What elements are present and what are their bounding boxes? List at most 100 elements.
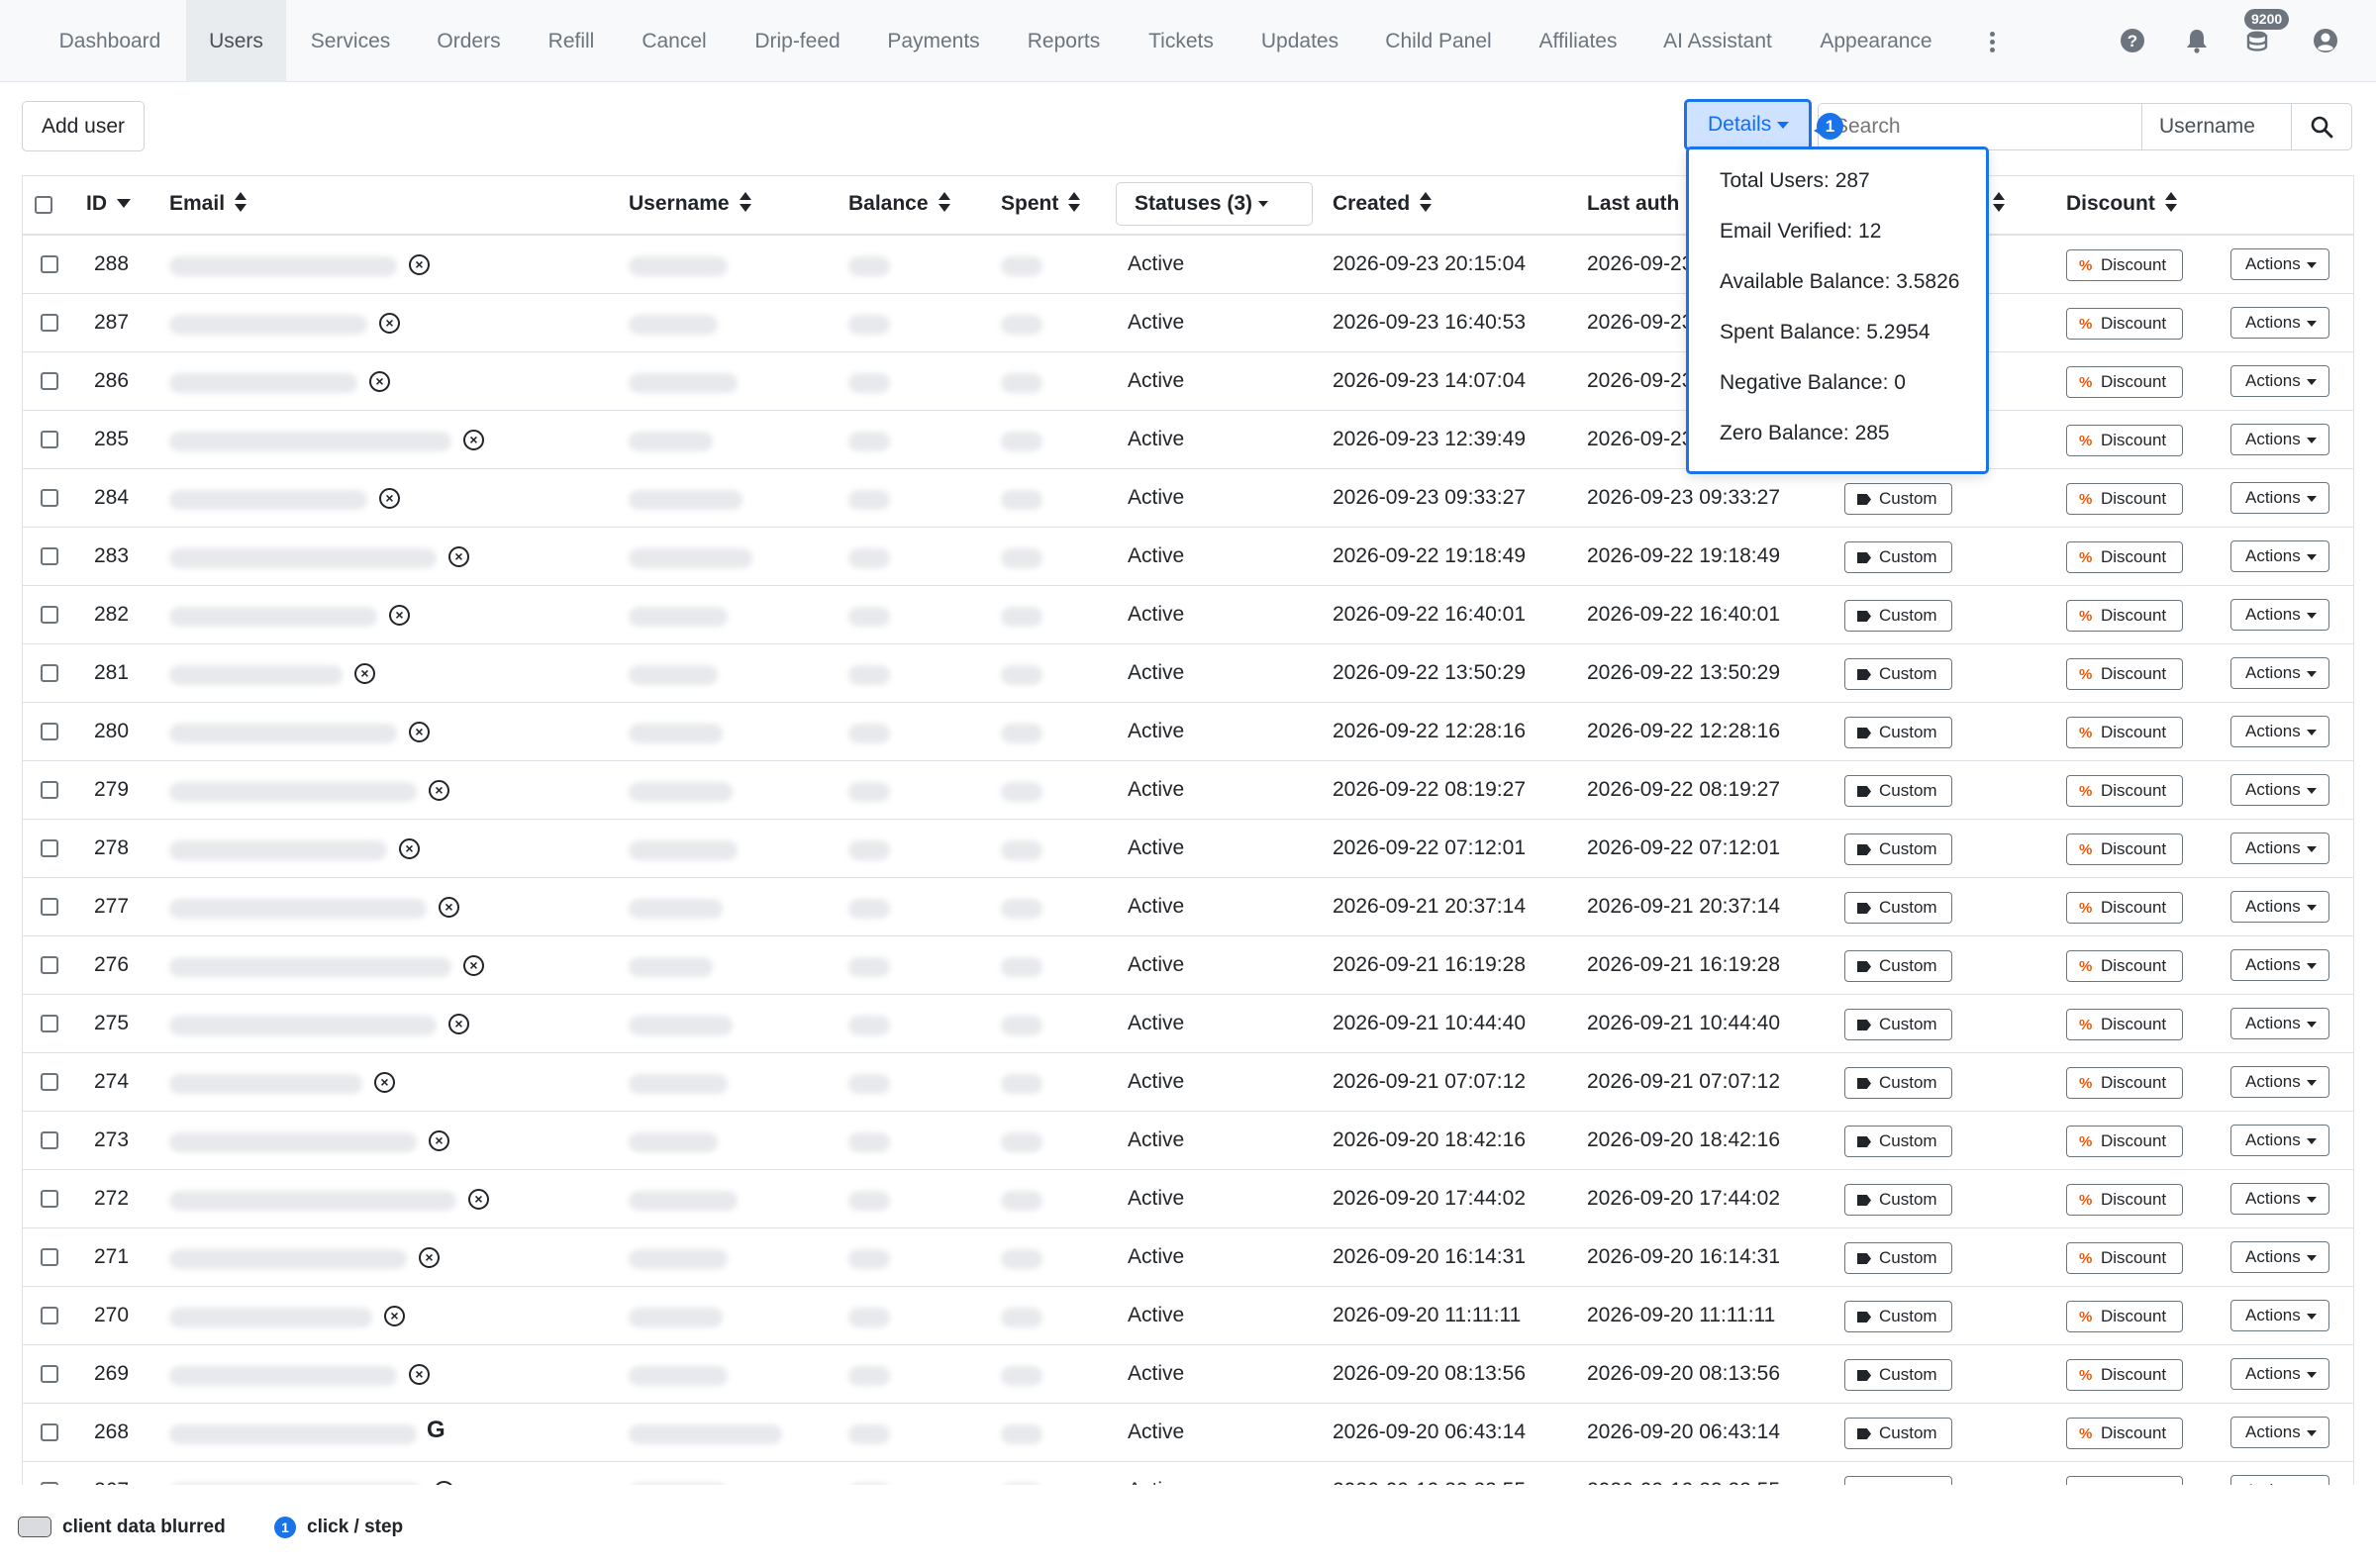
custom-rates-button[interactable]: Custom: [1844, 892, 1952, 924]
row-checkbox[interactable]: [41, 1131, 58, 1149]
actions-dropdown-button[interactable]: Actions: [2230, 1241, 2329, 1273]
discount-button[interactable]: % Discount: [2066, 541, 2183, 573]
actions-dropdown-button[interactable]: Actions: [2230, 307, 2329, 339]
nav-cancel[interactable]: Cancel: [626, 0, 723, 82]
actions-dropdown-button[interactable]: Actions: [2230, 657, 2329, 689]
custom-rates-button[interactable]: Custom: [1844, 1242, 1952, 1274]
search-field-select[interactable]: Username: [2141, 103, 2292, 150]
discount-button[interactable]: % Discount: [2066, 1126, 2183, 1157]
discount-button[interactable]: % Discount: [2066, 1067, 2183, 1099]
actions-dropdown-button[interactable]: Actions: [2230, 365, 2329, 397]
discount-button[interactable]: % Discount: [2066, 950, 2183, 982]
discount-button[interactable]: % Discount: [2066, 658, 2183, 690]
row-checkbox[interactable]: [41, 1307, 58, 1324]
nav-affiliates[interactable]: Affiliates: [1523, 0, 1634, 82]
row-checkbox[interactable]: [41, 431, 58, 448]
actions-dropdown-button[interactable]: Actions: [2230, 482, 2329, 514]
search-input[interactable]: [1818, 103, 2142, 150]
custom-rates-button[interactable]: Custom: [1844, 1418, 1952, 1449]
nav-drip-feed[interactable]: Drip-feed: [738, 0, 857, 82]
discount-button[interactable]: % Discount: [2066, 308, 2183, 340]
header-last-auth[interactable]: Last auth: [1587, 192, 1679, 216]
actions-dropdown-button[interactable]: Actions: [2230, 248, 2329, 280]
custom-rates-button[interactable]: Custom: [1844, 1067, 1952, 1099]
discount-button[interactable]: % Discount: [2066, 249, 2183, 281]
custom-rates-button[interactable]: Custom: [1844, 541, 1952, 573]
row-checkbox[interactable]: [41, 664, 58, 682]
discount-button[interactable]: % Discount: [2066, 717, 2183, 748]
discount-button[interactable]: % Discount: [2066, 775, 2183, 807]
discount-button[interactable]: % Discount: [2066, 892, 2183, 924]
nav-users[interactable]: Users: [186, 0, 286, 82]
row-checkbox[interactable]: [41, 1190, 58, 1208]
custom-rates-button[interactable]: Custom: [1844, 1009, 1952, 1040]
actions-dropdown-button[interactable]: Actions: [2230, 1008, 2329, 1039]
row-checkbox[interactable]: [41, 1423, 58, 1441]
custom-rates-button[interactable]: Custom: [1844, 1184, 1952, 1216]
header-id[interactable]: ID: [86, 192, 131, 216]
row-checkbox[interactable]: [41, 1482, 58, 1485]
row-checkbox[interactable]: [41, 314, 58, 332]
nav-reports[interactable]: Reports: [1011, 0, 1117, 82]
discount-button[interactable]: % Discount: [2066, 1418, 2183, 1449]
actions-dropdown-button[interactable]: Actions: [2230, 774, 2329, 806]
help-icon[interactable]: ?: [2120, 28, 2145, 53]
details-dropdown-button[interactable]: Details: [1684, 99, 1812, 150]
nav-refill[interactable]: Refill: [532, 0, 611, 82]
actions-dropdown-button[interactable]: Actions: [2230, 833, 2329, 864]
actions-dropdown-button[interactable]: Actions: [2230, 1417, 2329, 1448]
header-discount[interactable]: Discount: [2066, 192, 2177, 216]
discount-button[interactable]: % Discount: [2066, 483, 2183, 515]
discount-button[interactable]: % Discount: [2066, 1359, 2183, 1391]
header-created[interactable]: Created: [1333, 192, 1433, 216]
actions-dropdown-button[interactable]: Actions: [2230, 1125, 2329, 1156]
actions-dropdown-button[interactable]: Actions: [2230, 424, 2329, 455]
nav-updates[interactable]: Updates: [1245, 0, 1354, 82]
actions-dropdown-button[interactable]: Actions: [2230, 1300, 2329, 1331]
discount-button[interactable]: % Discount: [2066, 833, 2183, 865]
row-checkbox[interactable]: [41, 898, 58, 916]
custom-rates-button[interactable]: Custom: [1844, 1126, 1952, 1157]
row-checkbox[interactable]: [41, 781, 58, 799]
select-all-checkbox[interactable]: [35, 196, 52, 214]
sort-icon[interactable]: [1993, 192, 2005, 212]
custom-rates-button[interactable]: Custom: [1844, 1301, 1952, 1332]
custom-rates-button[interactable]: Custom: [1844, 1359, 1952, 1391]
custom-rates-button[interactable]: Custom: [1844, 950, 1952, 982]
row-checkbox[interactable]: [41, 1365, 58, 1383]
header-balance[interactable]: Balance: [848, 192, 950, 216]
custom-rates-button[interactable]: Custom: [1844, 658, 1952, 690]
add-user-button[interactable]: Add user: [22, 101, 145, 151]
discount-button[interactable]: % Discount: [2066, 366, 2183, 398]
actions-dropdown-button[interactable]: Actions: [2230, 540, 2329, 572]
actions-dropdown-button[interactable]: Actions: [2230, 1066, 2329, 1098]
header-username[interactable]: Username: [629, 192, 751, 216]
actions-dropdown-button[interactable]: Actions: [2230, 1358, 2329, 1390]
actions-dropdown-button[interactable]: Actions: [2230, 1183, 2329, 1215]
row-checkbox[interactable]: [41, 489, 58, 507]
row-checkbox[interactable]: [41, 839, 58, 857]
discount-button[interactable]: % Discount: [2066, 1242, 2183, 1274]
account-icon[interactable]: [2313, 28, 2338, 53]
actions-dropdown-button[interactable]: Actions: [2230, 1475, 2329, 1485]
actions-dropdown-button[interactable]: Actions: [2230, 599, 2329, 631]
discount-button[interactable]: % Discount: [2066, 1009, 2183, 1040]
custom-rates-button[interactable]: Custom: [1844, 1476, 1952, 1485]
custom-rates-button[interactable]: Custom: [1844, 600, 1952, 632]
row-checkbox[interactable]: [41, 547, 58, 565]
discount-button[interactable]: % Discount: [2066, 600, 2183, 632]
custom-rates-button[interactable]: Custom: [1844, 483, 1952, 515]
actions-dropdown-button[interactable]: Actions: [2230, 949, 2329, 981]
header-spent[interactable]: Spent: [1001, 192, 1081, 216]
bell-icon[interactable]: [2184, 28, 2210, 53]
discount-button[interactable]: % Discount: [2066, 1184, 2183, 1216]
custom-rates-button[interactable]: Custom: [1844, 833, 1952, 865]
nav-orders[interactable]: Orders: [421, 0, 517, 82]
discount-button[interactable]: % Discount: [2066, 425, 2183, 456]
discount-button[interactable]: % Discount: [2066, 1476, 2183, 1485]
nav-child-panel[interactable]: Child Panel: [1369, 0, 1508, 82]
row-checkbox[interactable]: [41, 372, 58, 390]
discount-button[interactable]: % Discount: [2066, 1301, 2183, 1332]
custom-rates-button[interactable]: Custom: [1844, 775, 1952, 807]
row-checkbox[interactable]: [41, 606, 58, 624]
